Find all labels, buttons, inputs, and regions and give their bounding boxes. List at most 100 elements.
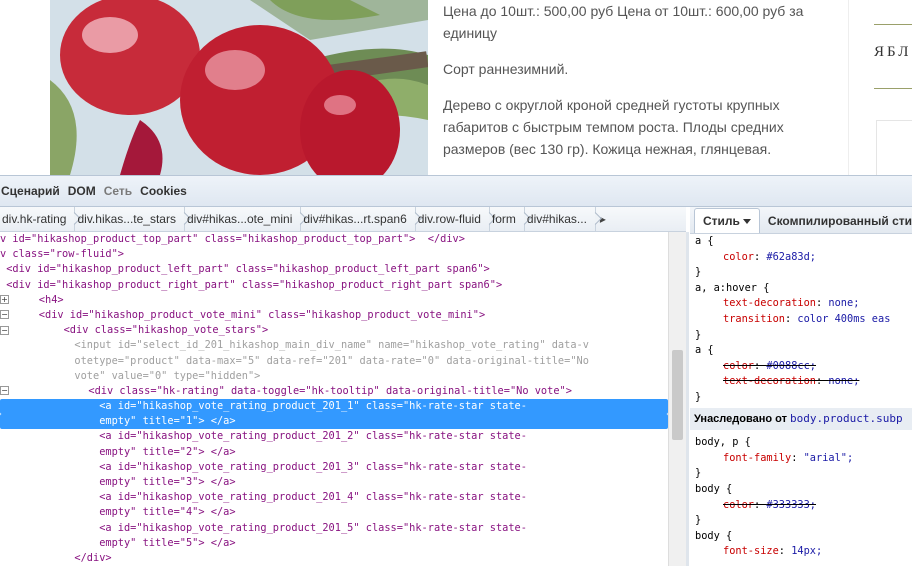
css-prop-value: none; (828, 375, 860, 388)
tab-style[interactable]: Стиль (694, 208, 760, 233)
dom-line-text: <div id="hikashop_product_right_part" cl… (0, 278, 503, 291)
tab-style-label: Стиль (703, 214, 740, 228)
tab-dom[interactable]: DOM (68, 184, 104, 198)
breadcrumb-item[interactable]: div.hikas...te_stars (75, 207, 185, 231)
dom-node-selected[interactable]: empty" title="1"> </a> (0, 414, 668, 430)
dom-line-text: empty" title="1"> </a> (0, 415, 236, 428)
style-rules: a { color: #62a83d; } a, a:hover { text-… (690, 234, 912, 566)
dom-node[interactable]: <input id="select_id_201_hikashop_main_d… (0, 338, 668, 353)
dom-node[interactable]: <a id="hikashop_vote_rating_product_201_… (0, 490, 668, 505)
css-prop-value: none; (828, 297, 860, 310)
dom-node[interactable]: <a id="hikashop_vote_rating_product_201_… (0, 521, 668, 536)
scrollbar-thumb[interactable] (672, 350, 683, 440)
dom-node[interactable]: empty" title="2"> </a> (0, 445, 668, 460)
css-prop-value: color 400ms eas (797, 312, 891, 325)
chevron-down-icon[interactable] (742, 219, 751, 225)
dom-line-text: </div> (0, 551, 112, 564)
dom-line-text: <div class="hikashop_vote_stars"> (14, 324, 269, 337)
css-prop-value: #333333; (766, 498, 817, 511)
expand-icon[interactable]: + (0, 295, 9, 305)
css-rule-close: } (695, 514, 702, 527)
breadcrumb-item[interactable]: div#hikas... (525, 207, 596, 231)
devtools-tabbar: Сценарий DOM Сеть Cookies (0, 176, 912, 207)
breadcrumb-item[interactable]: div.hk-rating (0, 207, 76, 231)
dom-node[interactable]: empty" title="5"> </a> (0, 536, 668, 551)
description-text: Дерево с округлой кроной средней густоты… (443, 97, 784, 157)
css-selector[interactable]: body { (695, 482, 912, 498)
sort-text: Сорт раннезимний. (443, 61, 569, 77)
dom-line-text: <h4> (14, 293, 64, 306)
dom-node[interactable]: otetype="product" data-max="5" data-ref=… (0, 354, 668, 369)
css-property[interactable]: text-decoration: none; (695, 296, 912, 312)
css-selector[interactable]: a { (695, 343, 912, 359)
css-property[interactable]: transition: color 400ms eas (695, 312, 912, 328)
css-rule-close: } (695, 266, 702, 279)
inherited-selector-link[interactable]: body.product.subp (790, 412, 903, 425)
css-property-overridden[interactable]: text-decoration: none; (695, 374, 912, 390)
dom-line-text: empty" title="3"> </a> (0, 476, 236, 488)
dom-line-text: v class="row-fluid"> (0, 248, 124, 261)
css-property-overridden[interactable]: color: #0088cc; (695, 359, 912, 375)
dom-node[interactable]: <a id="hikashop_vote_rating_product_201_… (0, 429, 668, 444)
breadcrumb-item[interactable]: div.row-fluid (416, 207, 490, 231)
product-page: Цена до 10шт.: 500,00 руб Цена от 10шт.:… (0, 0, 912, 175)
css-property-overridden[interactable]: color: #333333; (695, 498, 912, 514)
collapse-icon[interactable]: − (0, 325, 9, 335)
css-selector[interactable]: body { (695, 529, 912, 545)
dom-node[interactable]: − <div class="hk-rating" data-toggle="hk… (0, 384, 668, 399)
dom-line-text: <div id="hikashop_product_vote_mini" cla… (14, 308, 486, 321)
dom-node[interactable]: vote" value="0" type="hidden"> (0, 369, 668, 384)
product-description: Цена до 10шт.: 500,00 руб Цена от 10шт.:… (443, 0, 823, 174)
dom-line-text: v id="hikashop_product_top_part" class="… (0, 233, 465, 245)
dom-node[interactable]: empty" title="4"> </a> (0, 505, 668, 520)
collapse-icon[interactable]: − (0, 386, 9, 396)
dom-node[interactable]: v class="row-fluid"> (0, 247, 668, 262)
breadcrumb-item[interactable]: form (490, 207, 525, 231)
dom-line-text: empty" title="4"> </a> (0, 506, 236, 519)
css-property[interactable]: color: #62a83d; (695, 250, 912, 266)
dom-scrollbar[interactable] (668, 232, 686, 566)
css-prop-name: font-size (723, 545, 779, 558)
css-rule-close: } (695, 328, 702, 341)
tab-cookies[interactable]: Cookies (140, 184, 195, 198)
inherited-header: Унаследовано от body.product.subp (690, 407, 912, 431)
dom-line-text: <a id="hikashop_vote_rating_product_201_… (0, 521, 527, 534)
breadcrumb-item[interactable]: div#hikas...ote_mini (185, 207, 302, 231)
collapse-icon[interactable]: − (0, 310, 9, 320)
css-selector[interactable]: a { (695, 234, 912, 250)
tab-network[interactable]: Сеть (104, 184, 140, 198)
dom-node[interactable]: <a id="hikashop_vote_rating_product_201_… (0, 460, 668, 475)
css-property[interactable]: font-size: 14px; (695, 544, 912, 560)
dom-node[interactable]: <div id="hikashop_product_right_part" cl… (0, 278, 668, 293)
css-selector[interactable]: body, p { (695, 435, 912, 451)
style-tabbar: Стиль Скомпилированный стиль (690, 207, 912, 234)
apple-photo (50, 0, 428, 175)
tab-script[interactable]: Сценарий (0, 184, 68, 198)
dom-node[interactable]: </div> (0, 551, 668, 566)
dom-node[interactable]: empty" title="3"> </a> (0, 475, 668, 490)
tab-computed-style[interactable]: Скомпилированный стиль (760, 209, 912, 233)
css-selector[interactable]: a, a:hover { (695, 281, 912, 297)
sidebar-divider-bottom (874, 88, 912, 89)
css-prop-value: 14px; (791, 545, 823, 558)
css-prop-value: #0088cc; (766, 359, 817, 372)
dom-node[interactable]: v id="hikashop_product_top_part" class="… (0, 232, 668, 247)
dom-line-text: vote" value="0" type="hidden"> (0, 369, 261, 382)
breadcrumb-item[interactable]: div#hikas...rt.span6 (301, 207, 416, 231)
dom-node[interactable]: <div id="hikashop_product_left_part" cla… (0, 262, 668, 277)
dom-node[interactable]: + <h4> (0, 293, 668, 308)
css-rule: body { font-size: 14px; (695, 529, 912, 560)
panel-splitter[interactable] (686, 232, 689, 566)
devtools-panel: Сценарий DOM Сеть Cookies div.hk-rating … (0, 175, 912, 566)
css-prop-name: transition (723, 312, 785, 325)
dom-line-text: empty" title="5"> </a> (0, 536, 236, 549)
dom-node[interactable]: − <div class="hikashop_vote_stars"> (0, 323, 668, 338)
css-rule: a { color: #62a83d; } (695, 234, 912, 281)
dom-node[interactable]: − <div id="hikashop_product_vote_mini" c… (0, 308, 668, 323)
dom-tree: v id="hikashop_product_top_part" class="… (0, 232, 668, 566)
dom-line-text: <a id="hikashop_vote_rating_product_201_… (0, 430, 527, 443)
css-property[interactable]: font-family: "arial"; (695, 451, 912, 467)
sidebar-title: ЯБЛ (874, 44, 912, 60)
css-rule: a { color: #0088cc; text-decoration: non… (695, 343, 912, 405)
dom-node-selected[interactable]: <a id="hikashop_vote_rating_product_201_… (0, 399, 668, 415)
